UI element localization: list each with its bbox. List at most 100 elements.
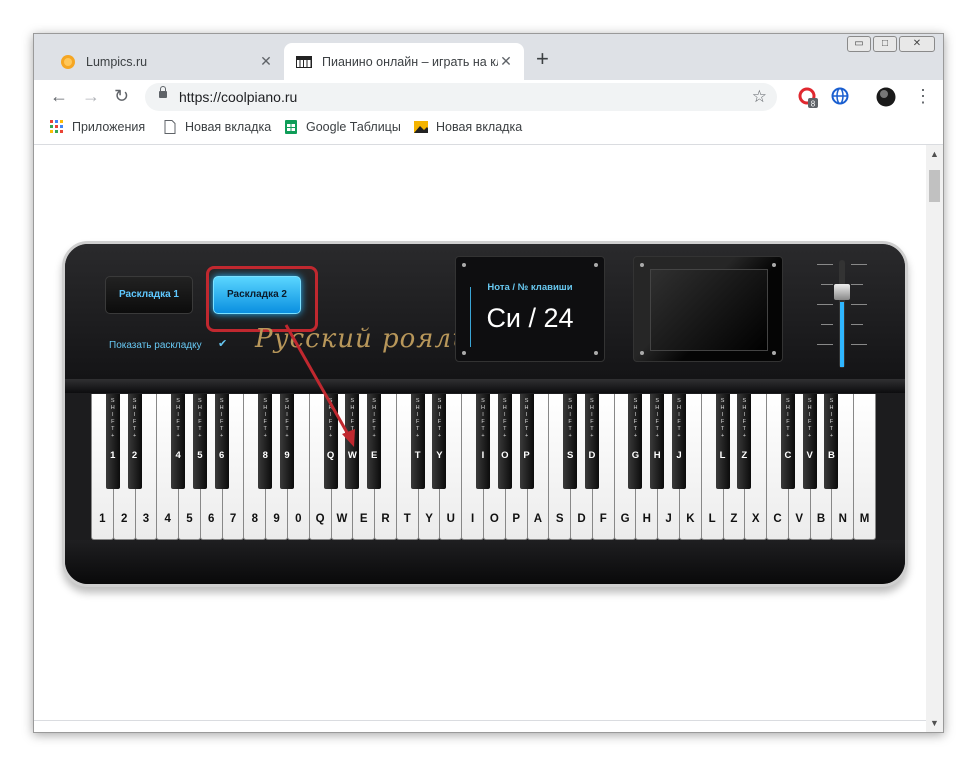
black-key[interactable]: S H I F T + 2 [127,394,142,489]
close-icon[interactable]: ✕ [498,53,514,70]
black-key-shift-label: S H I F T + [285,398,289,439]
bookmark-google-sheets[interactable]: Google Таблицы [284,120,401,134]
vertical-scrollbar[interactable]: ▲ ▼ [926,145,943,732]
forward-icon[interactable]: → [82,86,100,106]
volume-slider[interactable] [813,260,873,370]
black-key[interactable]: S H I F T + 1 [105,394,120,489]
black-key-label: D [588,450,596,461]
white-key-label: 0 [295,513,302,525]
white-key-label: E [359,513,368,525]
white-key-label: C [773,513,782,525]
screw [594,263,598,267]
black-key-shift-label: S H I F T + [589,398,594,439]
black-key[interactable]: S H I F T + I [476,394,490,489]
white-key[interactable]: M [853,394,876,540]
black-key[interactable]: S H I F T + B [824,394,839,489]
black-key[interactable]: S H I F T + 4 [171,394,186,489]
menu-dots-icon[interactable]: ⋮ [914,86,932,106]
black-key[interactable]: S H I F T + P [519,394,534,489]
volume-tick [817,264,833,265]
white-key-label: M [859,513,870,525]
address-bar[interactable]: https://coolpiano.ru ☆ [145,83,777,111]
black-key[interactable]: S H I F T + H [650,394,665,489]
black-key-shift-label: S H I F T + [655,398,660,439]
black-key[interactable]: S H I F T + Z [737,394,752,489]
black-key-shift-label: S H I F T + [176,398,181,439]
screw [772,263,776,267]
black-key-label: O [501,450,509,461]
bookmark-new-tab-2[interactable]: Новая вкладка [414,120,522,134]
layout-1-button[interactable]: Раскладка 1 [105,276,193,314]
black-key-label: I [481,450,485,461]
black-key[interactable]: S H I F T + G [628,394,643,489]
black-key-shift-label: S H I F T + [372,398,377,439]
black-key[interactable]: S H I F T + Y [432,394,447,489]
black-key[interactable]: S H I F T + E [367,394,382,489]
bookmark-label: Новая вкладка [185,120,272,134]
black-key[interactable]: S H I F T + 9 [280,394,294,489]
black-key[interactable]: S H I F T + 6 [214,394,229,489]
black-key[interactable]: S H I F T + J [672,394,686,489]
black-key[interactable]: S H I F T + T [410,394,425,489]
black-key[interactable]: S H I F T + D [584,394,599,489]
sheets-icon [285,120,297,134]
vpn-extension-icon[interactable] [831,87,849,110]
url-text: https://coolpiano.ru [179,89,298,105]
bookmark-new-tab-1[interactable]: Новая вкладка [163,120,271,134]
black-key-label: W [347,450,357,461]
screw [640,351,644,355]
tab-title: Lumpics.ru [86,54,148,69]
black-key-shift-label: S H I F T + [742,398,747,439]
black-key[interactable]: S H I F T + L [715,394,730,489]
bookmark-label: Новая вкладка [436,120,523,134]
bookmark-star-icon[interactable]: ☆ [752,87,767,107]
orange-icon [60,54,76,70]
black-key[interactable]: S H I F T + V [802,394,817,489]
screw [462,263,466,267]
volume-knob[interactable] [834,284,850,300]
scrollbar-thumb[interactable] [929,170,940,202]
scroll-down-icon[interactable]: ▼ [930,718,939,728]
volume-fill [840,302,844,367]
screw [772,351,776,355]
black-key[interactable]: S H I F T + 8 [258,394,273,489]
bookmark-apps[interactable]: Приложения [50,120,145,134]
tab-coolpiano[interactable]: Пианино онлайн – играть на кл ✕ [284,43,524,80]
image-icon [414,121,428,133]
white-key-label: L [708,513,716,525]
black-key[interactable]: S H I F T + C [780,394,795,489]
black-key-shift-label: S H I F T + [437,398,442,439]
bookmarks-bar: Приложения Новая вкладка Google Таблицы … [34,114,943,145]
white-key-label: Y [425,513,433,525]
show-layout-checkbox[interactable]: ✔ [218,337,227,350]
black-key[interactable]: S H I F T + Q [323,394,338,489]
volume-tick [851,324,863,325]
back-icon[interactable]: ← [50,86,68,106]
black-key-shift-label: S H I F T + [568,398,573,439]
white-key-label: 3 [142,513,150,525]
black-key-label: C [784,450,792,461]
close-icon[interactable]: ✕ [258,53,274,70]
reload-icon[interactable]: ↻ [114,86,129,106]
black-key-label: J [676,450,682,461]
black-key-shift-label: S H I F T + [110,398,115,439]
black-key-label: 1 [110,450,116,461]
bookmark-label: Приложения [72,120,146,134]
white-key-label: P [512,513,520,525]
key-rail [65,379,905,393]
apps-grid-icon [50,120,63,133]
maximize-button[interactable]: □ [873,36,897,52]
tab-lumpics[interactable]: Lumpics.ru ✕ [48,43,284,80]
opera-extension-icon[interactable]: 8 [798,87,820,114]
close-window-button[interactable]: ✕ [899,36,935,52]
minimize-button[interactable]: ▭ [847,36,871,52]
black-key[interactable]: S H I F T + O [497,394,512,489]
scroll-up-icon[interactable]: ▲ [930,149,939,159]
black-key[interactable]: S H I F T + S [563,394,578,489]
profile-avatar[interactable] [876,87,896,112]
black-key-label: 5 [197,450,203,461]
black-key[interactable]: S H I F T + 5 [192,394,207,489]
black-key[interactable]: S H I F T + W [345,394,360,489]
white-key-label: 7 [229,513,237,525]
new-tab-button[interactable]: + [536,48,549,70]
